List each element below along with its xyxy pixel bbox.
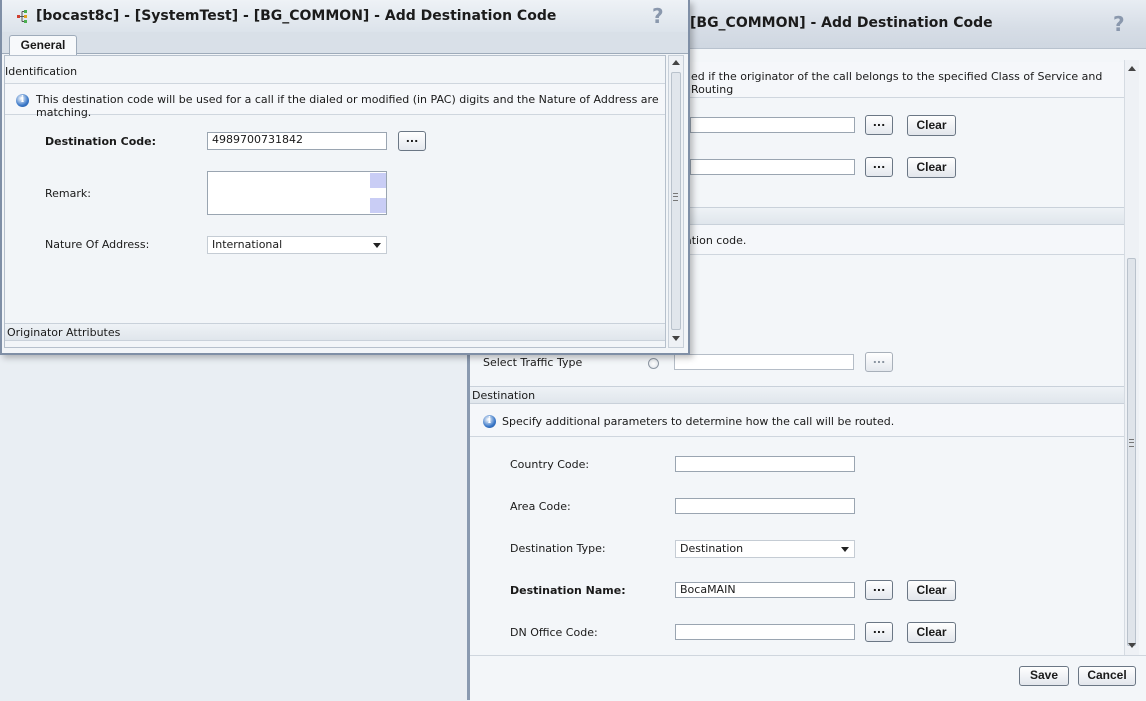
save-button[interactable]: Save	[1019, 666, 1069, 686]
front-scrollbar[interactable]	[668, 55, 684, 348]
tab-general[interactable]: General	[9, 35, 77, 55]
identification-info-text: This destination code will be used for a…	[36, 93, 659, 119]
routing-area-clear-button[interactable]: Clear	[907, 157, 956, 178]
window-title: [bocast8c] - [SystemTest] - [BG_COMMON] …	[36, 8, 557, 24]
remark-scrollbar-top[interactable]	[370, 173, 386, 188]
traffic-type-browse-button[interactable]: ...	[865, 352, 893, 372]
destination-name-label: Destination Name:	[510, 584, 626, 597]
destination-type-label: Destination Type:	[510, 542, 606, 555]
cancel-button[interactable]: Cancel	[1078, 666, 1136, 686]
dn-office-code-input[interactable]	[675, 624, 855, 640]
grip-icon	[1129, 439, 1134, 447]
remark-scrollbar-bottom[interactable]	[370, 198, 386, 213]
destination-code-label: Destination Code:	[45, 135, 157, 148]
scroll-thumb[interactable]	[671, 72, 681, 330]
country-code-label: Country Code:	[510, 458, 590, 471]
title-bar: [bocast8c] - [SystemTest] - [BG_COMMON] …	[2, 0, 688, 32]
destination-name-input[interactable]: BocaMAIN	[675, 582, 855, 598]
destination-type-value: Destination	[680, 542, 744, 555]
general-tab-body: Identification i This destination code w…	[4, 55, 666, 348]
nature-of-address-select[interactable]: International	[207, 236, 387, 254]
help-icon[interactable]: ?	[1113, 12, 1125, 36]
routing-area-browse-button[interactable]: ...	[865, 157, 893, 177]
chevron-down-icon	[841, 547, 849, 552]
area-code-input[interactable]	[675, 498, 855, 514]
scroll-up-icon[interactable]	[672, 60, 680, 65]
app-icon	[17, 10, 27, 23]
info-icon: i	[16, 94, 29, 107]
dialog-footer: Save Cancel	[470, 655, 1146, 701]
select-traffic-type-radio[interactable]	[648, 358, 659, 369]
grip-icon	[673, 193, 678, 201]
originator-attributes-title: Originator Attributes	[7, 326, 121, 339]
originator-attributes-header[interactable]: Originator Attributes	[5, 323, 665, 341]
select-traffic-type-label: Select Traffic Type	[483, 356, 583, 369]
scroll-thumb[interactable]	[1127, 258, 1136, 646]
scroll-up-icon[interactable]	[1128, 66, 1136, 71]
remark-label: Remark:	[45, 187, 91, 200]
scroll-down-icon[interactable]	[672, 336, 680, 341]
destination-code-browse-button[interactable]: ...	[398, 131, 426, 151]
class-of-service-clear-button[interactable]: Clear	[907, 115, 956, 136]
help-icon[interactable]: ?	[652, 4, 664, 28]
dn-office-code-label: DN Office Code:	[510, 626, 598, 639]
class-of-service-input[interactable]	[690, 117, 855, 133]
back-scrollbar[interactable]	[1124, 60, 1139, 655]
add-destination-code-window-front: [bocast8c] - [SystemTest] - [BG_COMMON] …	[0, 0, 690, 355]
traffic-type-input[interactable]	[674, 354, 854, 370]
destination-code-input[interactable]: 4989700731842	[207, 132, 387, 150]
window-title: [BG_COMMON] - Add Destination Code	[690, 15, 993, 31]
chevron-down-icon	[373, 243, 381, 248]
routing-area-input[interactable]	[690, 159, 855, 175]
destination-name-clear-button[interactable]: Clear	[907, 580, 956, 601]
destination-section-title: Destination	[472, 389, 536, 402]
nature-of-address-label: Nature Of Address:	[45, 238, 150, 251]
class-of-service-browse-button[interactable]: ...	[865, 115, 893, 135]
destination-info-text: Specify additional parameters to determi…	[502, 415, 895, 428]
originator-info-text: ed if the originator of the call belongs…	[691, 70, 1103, 96]
dn-office-code-clear-button[interactable]: Clear	[907, 622, 956, 643]
destination-info-band: i Specify additional parameters to deter…	[470, 404, 1124, 437]
remark-textarea[interactable]	[207, 171, 387, 215]
info-icon: i	[483, 415, 496, 428]
area-code-label: Area Code:	[510, 500, 571, 513]
scroll-down-icon[interactable]	[1128, 643, 1136, 648]
destination-section-header: Destination	[470, 386, 1124, 404]
nature-of-address-value: International	[212, 238, 283, 251]
destination-type-select[interactable]: Destination	[675, 540, 855, 558]
destination-name-browse-button[interactable]: ...	[865, 580, 893, 600]
tab-strip: General	[2, 32, 688, 55]
identification-section-title: Identification	[5, 65, 78, 78]
dn-office-code-browse-button[interactable]: ...	[865, 622, 893, 642]
country-code-input[interactable]	[675, 456, 855, 472]
traffic-info-text: ation code.	[685, 234, 747, 247]
identification-info-band: i This destination code will be used for…	[5, 83, 665, 119]
